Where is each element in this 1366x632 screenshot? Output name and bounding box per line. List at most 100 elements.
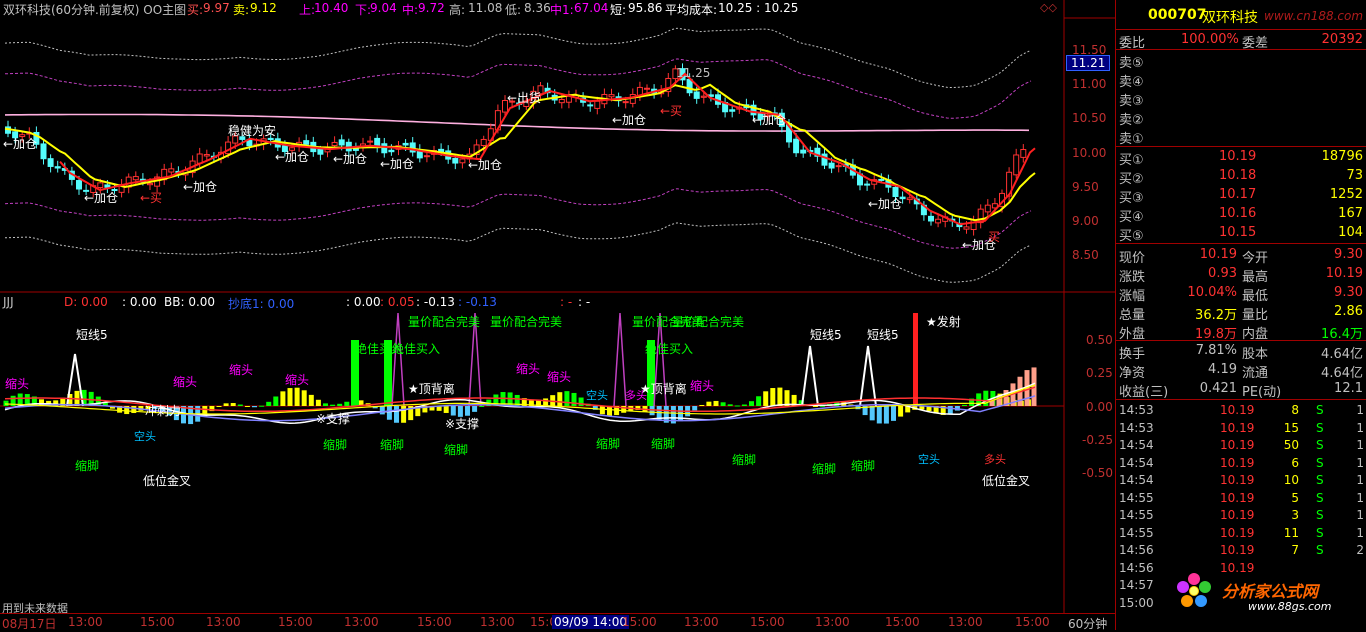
tick-volume: 3	[1291, 508, 1299, 522]
sell-row[interactable]: 卖③	[1116, 89, 1366, 109]
tick-time: 14:56	[1119, 543, 1154, 557]
tick-row: 14:54 10.19 10 S 1	[1116, 472, 1366, 489]
buy-row[interactable]: 买③ 10.17 1252	[1116, 186, 1366, 206]
stat-label: 涨跌	[1119, 270, 1146, 285]
annotation: ←加仓	[380, 157, 415, 171]
indicator-bar	[386, 406, 392, 420]
buy-row[interactable]: 买⑤ 10.15 104	[1116, 224, 1366, 244]
candle-body	[693, 91, 700, 99]
tick-side: S	[1316, 490, 1324, 505]
tick-volume: 6	[1291, 455, 1299, 470]
tick-volume: 10	[1283, 473, 1299, 487]
candle-body	[793, 138, 800, 154]
candle-body	[594, 100, 601, 109]
stat-value: 4.19	[1208, 362, 1237, 377]
time-axis[interactable]: 08月17日 13:00 15:00 13:00 15:00 13:00 15:00 13:0…	[0, 613, 1115, 631]
sub-annotation: 多头	[984, 453, 1006, 466]
indicator-bar	[394, 406, 399, 423]
tick-price: 10.19	[1220, 560, 1255, 575]
tick-side: S	[1316, 438, 1324, 452]
indicator-bar	[756, 396, 762, 406]
indicator-bar	[280, 391, 286, 406]
buy-volume: 167	[1338, 206, 1363, 221]
indicator-bar	[230, 403, 236, 406]
mid-label: 中:	[402, 3, 419, 17]
tick-row: 14:54 10.19 6 S 1	[1116, 455, 1366, 472]
tick-row: 14:55 10.19 5 S 1	[1116, 490, 1366, 507]
sub-annotation: 缩头	[173, 375, 198, 389]
indicator-name[interactable]: JJJ	[3, 295, 14, 309]
down-label: 下:	[355, 3, 372, 17]
stat-value: 10.04%	[1187, 285, 1237, 300]
candle-body	[1020, 149, 1027, 158]
tick-side: S	[1316, 508, 1324, 522]
candle-body	[47, 158, 54, 167]
stat-value: 12.1	[1334, 381, 1363, 396]
buy-row[interactable]: 买① 10.19 18796	[1116, 148, 1366, 168]
indicator-v3: : 0.05	[380, 295, 415, 309]
sell-row[interactable]: 卖⑤	[1116, 51, 1366, 71]
sub-annotation: 缩头	[516, 362, 541, 376]
sub-annotation: 缩脚	[444, 443, 469, 457]
buy-label: 买④	[1119, 210, 1144, 225]
sub-axis-tick: -0.50	[1082, 466, 1114, 480]
tick-volume: 8	[1291, 403, 1299, 417]
indicator-bar	[706, 401, 712, 406]
tick-side: S	[1316, 525, 1324, 540]
stat-label: 总量	[1119, 308, 1146, 323]
indicator-v6: : -	[560, 295, 573, 309]
time-label: 13:00	[948, 615, 983, 629]
candle-body	[935, 218, 942, 224]
stat-row: 总量 36.2万 量比 2.86	[1116, 303, 1366, 323]
buy-row[interactable]: 买④ 10.16 167	[1116, 205, 1366, 225]
sell-row[interactable]: 卖④	[1116, 70, 1366, 90]
logo-text: 分析家公式网	[1222, 582, 1319, 601]
candle-body	[452, 158, 459, 164]
tick-count: 2	[1356, 543, 1364, 557]
spike-marker	[801, 345, 819, 407]
sub-annotation: 空头	[586, 389, 608, 402]
sub-annotation: 缩脚	[651, 437, 676, 451]
sell-row[interactable]: 卖②	[1116, 108, 1366, 128]
candle-body	[729, 109, 736, 112]
stat-label: 涨幅	[1119, 289, 1146, 304]
tick-time: 14:56	[1119, 560, 1154, 575]
buy-row[interactable]: 买② 10.18 73	[1116, 167, 1366, 187]
sell-row[interactable]: 卖①	[1116, 127, 1366, 147]
indicator-bar	[252, 406, 257, 408]
indicator-bar	[237, 404, 243, 406]
indicator-v5: : -0.13	[458, 295, 497, 309]
time-label: 08月17日	[2, 617, 57, 631]
indicator-bb: BB: 0.00	[164, 295, 216, 309]
annotation: ←加仓	[3, 137, 38, 151]
watermark: www.cn188.com	[1264, 9, 1364, 23]
stat-label: 今开	[1242, 251, 1269, 266]
sub-axis-tick: 0.00	[1086, 400, 1113, 414]
tick-price: 10.19	[1220, 490, 1255, 505]
axis-tick: 10.00	[1072, 146, 1107, 160]
indicator-bar	[330, 404, 336, 406]
stat-value: 9.30	[1334, 285, 1363, 300]
tick-price: 10.19	[1220, 525, 1255, 540]
down-value: 9.04	[370, 1, 397, 15]
diamond-icon[interactable]: ◇◇	[1040, 1, 1057, 14]
candle-body	[423, 155, 430, 158]
period-label[interactable]: 60分钟	[1068, 615, 1107, 632]
stat-value: 36.2万	[1195, 308, 1237, 323]
sub-annotation: 多头	[625, 389, 647, 402]
sub-annotation: 空头	[918, 453, 940, 466]
candle-body	[828, 162, 835, 169]
candle-body	[196, 153, 203, 164]
time-label: 13:00	[480, 615, 515, 629]
sub-annotation: 短线5	[76, 328, 108, 342]
annotation: ←加仓	[868, 197, 903, 211]
tick-time: 14:53	[1119, 403, 1154, 417]
chart-area[interactable]: 双环科技(60分钟.前复权) OO主图 买: 9.97 卖: 9.12 上: 1…	[0, 0, 1115, 631]
tick-price: 10.19	[1220, 473, 1255, 487]
indicator-bar	[734, 405, 740, 407]
stat-row: 外盘 19.8万 内盘 16.4万	[1116, 322, 1366, 342]
stat-value: 2.86	[1334, 304, 1363, 319]
time-label: 13:00	[344, 615, 379, 629]
stat-label: 量比	[1242, 308, 1269, 323]
time-label: 15:00	[1015, 615, 1050, 629]
